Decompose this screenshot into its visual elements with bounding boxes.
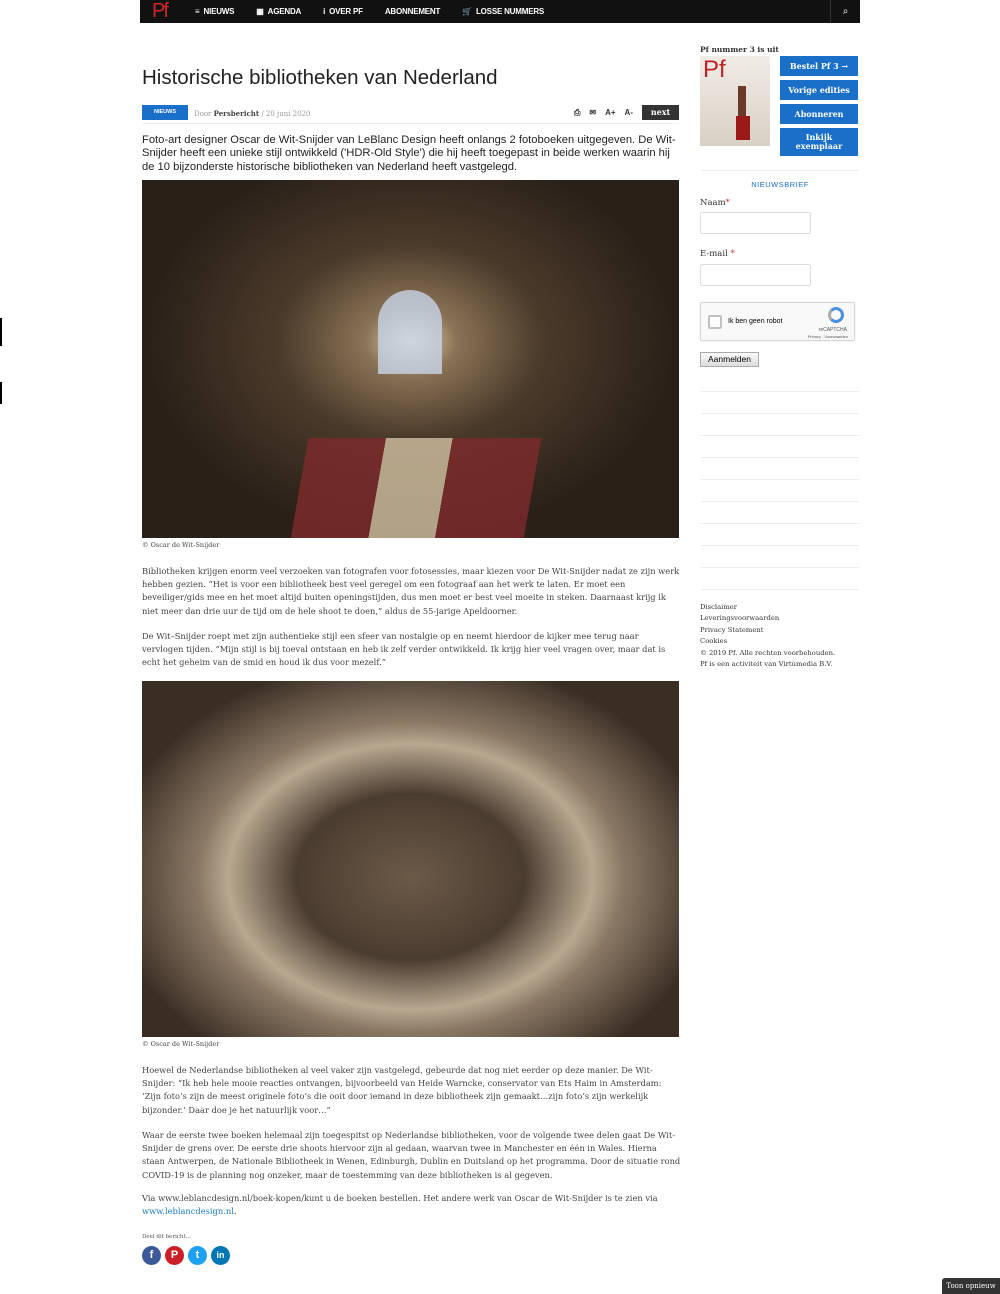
footer-privacy[interactable]: Privacy Statement bbox=[700, 625, 835, 636]
subscribe-button[interactable]: Abonneren bbox=[780, 104, 858, 124]
author[interactable]: Persbericht bbox=[214, 109, 259, 118]
date: / 20 juni 2020 bbox=[261, 110, 311, 118]
nav-over-pf[interactable]: i OVER PF bbox=[312, 0, 374, 23]
paragraph: Bibliotheken krijgen enorm veel verzoeke… bbox=[142, 566, 680, 616]
divider bbox=[700, 391, 860, 392]
divider bbox=[700, 501, 860, 502]
order-button[interactable]: Bestel Pf 3 → bbox=[780, 56, 858, 76]
preview-button[interactable]: Inkijk exemplaar bbox=[780, 128, 858, 156]
newsletter-heading: NIEUWSBRIEF bbox=[751, 180, 809, 189]
twitter-icon[interactable]: t bbox=[188, 1246, 207, 1265]
print-icon[interactable]: ⎙ bbox=[574, 108, 580, 118]
nav-label: LOSSE NUMMERS bbox=[475, 7, 545, 16]
footer-disclaimer[interactable]: Disclaimer bbox=[700, 602, 835, 613]
recaptcha-label: Ik ben geen robot bbox=[728, 318, 783, 325]
linkedin-icon[interactable]: in bbox=[211, 1246, 230, 1265]
divider bbox=[700, 413, 860, 414]
next-button[interactable]: next bbox=[642, 105, 679, 120]
divider bbox=[700, 170, 860, 171]
text: . bbox=[233, 1206, 237, 1217]
byline: Door Persbericht / 20 juni 2020 bbox=[194, 109, 311, 118]
previous-editions-button[interactable]: Vorige edities bbox=[780, 80, 858, 100]
library-hall-photo bbox=[142, 180, 679, 538]
nav-label: AGENDA bbox=[267, 7, 302, 16]
website-link[interactable]: www.leblancdesign.nl bbox=[142, 1206, 234, 1216]
nav-agenda[interactable]: ▦ AGENDA bbox=[245, 0, 312, 23]
cart-icon: 🛒 bbox=[462, 7, 472, 16]
divider bbox=[700, 545, 860, 546]
mail-icon[interactable]: ✉ bbox=[589, 108, 596, 117]
paragraph: Hoewel de Nederlandse bibliotheken al ve… bbox=[142, 1065, 662, 1115]
footer-cookies[interactable]: Cookies bbox=[700, 636, 835, 647]
divider bbox=[700, 435, 860, 436]
magazine-cover[interactable]: Pf bbox=[700, 56, 770, 146]
copyright: © 2019 Pf. Alle rechten voorbehouden. bbox=[700, 648, 836, 657]
font-decrease-button[interactable]: A- bbox=[625, 108, 633, 117]
search-icon[interactable]: ⌕ bbox=[830, 0, 860, 23]
show-again-button[interactable]: Toon opnieuw bbox=[942, 1278, 1000, 1294]
divider bbox=[700, 589, 860, 590]
name-label: Naam* bbox=[700, 198, 730, 208]
pinterest-icon[interactable]: P bbox=[165, 1246, 184, 1265]
photo-caption: © Oscar de Wit-Snijder bbox=[142, 541, 220, 549]
nav-label: NIEUWS bbox=[203, 7, 235, 16]
by-prefix: Door bbox=[194, 110, 212, 118]
issue-heading: Pf nummer 3 is uit bbox=[700, 45, 779, 54]
recaptcha-checkbox[interactable] bbox=[708, 315, 722, 329]
company-note: Pf is een activiteit van Virtùmedia B.V. bbox=[700, 660, 833, 669]
staircase-photo bbox=[142, 681, 679, 1037]
nav-nieuws[interactable]: ≡ NIEUWS bbox=[184, 0, 245, 23]
nav-abonnement[interactable]: ABONNEMENT bbox=[374, 0, 451, 23]
cover-dress bbox=[736, 116, 750, 140]
required-mark: * bbox=[725, 198, 730, 208]
submit-button[interactable]: Aanmelden bbox=[700, 352, 759, 367]
required-mark: * bbox=[730, 249, 735, 259]
calendar-icon: ▦ bbox=[256, 7, 264, 16]
article-meta: NIEUWS Door Persbericht / 20 juni 2020 ⎙… bbox=[142, 104, 679, 124]
cover-logo: Pf bbox=[703, 56, 726, 83]
email-input[interactable] bbox=[700, 264, 811, 286]
divider bbox=[700, 479, 860, 480]
footer-links: Disclaimer Leveringsvoorwaarden Privacy … bbox=[700, 602, 835, 670]
info-icon: i bbox=[323, 7, 326, 16]
nav-label: OVER PF bbox=[329, 7, 363, 16]
lead-paragraph: Foto-art designer Oscar de Wit-Snijder v… bbox=[142, 134, 676, 173]
nav-losse-nummers[interactable]: 🛒 LOSSE NUMMERS bbox=[451, 0, 555, 23]
font-increase-button[interactable]: A+ bbox=[605, 108, 615, 117]
carpet bbox=[142, 438, 679, 538]
share-label: Deel dit bericht... bbox=[142, 1234, 191, 1240]
recaptcha-icon bbox=[828, 307, 844, 323]
facebook-icon[interactable]: f bbox=[142, 1246, 161, 1265]
recaptcha-links[interactable]: Privacy - Voorwaarden bbox=[808, 334, 848, 339]
stained-window bbox=[378, 290, 442, 374]
edge-mark bbox=[0, 318, 2, 346]
divider bbox=[700, 523, 860, 524]
recaptcha-brand: reCAPTCHA bbox=[818, 327, 847, 333]
paragraph: Waar de eerste twee boeken helemaal zijn… bbox=[142, 1130, 681, 1180]
label-text: Naam bbox=[700, 198, 726, 208]
menu-icon: ≡ bbox=[195, 7, 200, 16]
text: Via www.leblancdesign.nl/boek-kopen/kunt… bbox=[142, 1193, 658, 1203]
divider bbox=[700, 567, 860, 568]
category-badge[interactable]: NIEUWS bbox=[142, 105, 188, 120]
top-nav: Pf ≡ NIEUWS ▦ AGENDA i OVER PF ABONNEMENT 🛒… bbox=[140, 0, 860, 23]
edge-mark bbox=[0, 382, 2, 404]
name-input[interactable] bbox=[700, 212, 811, 234]
divider bbox=[700, 457, 860, 458]
photo-caption: © Oscar de Wit-Snijder bbox=[142, 1040, 220, 1048]
article-tools: ⎙ ✉ A+ A- next bbox=[574, 105, 679, 120]
paragraph: De Wit–Snijder roept met zijn authentiek… bbox=[142, 631, 666, 668]
footer-terms[interactable]: Leveringsvoorwaarden bbox=[700, 613, 835, 624]
recaptcha: Ik ben geen robot reCAPTCHA Privacy - Vo… bbox=[700, 302, 855, 341]
label-text: E-mail bbox=[700, 249, 728, 259]
logo[interactable]: Pf bbox=[140, 0, 174, 23]
share-buttons: f P t in bbox=[142, 1246, 230, 1265]
paragraph: Via www.leblancdesign.nl/boek-kopen/kunt… bbox=[142, 1192, 682, 1218]
email-label: E-mail * bbox=[700, 249, 735, 259]
nav-label: ABONNEMENT bbox=[384, 7, 441, 16]
page-title: Historische bibliotheken van Nederland bbox=[142, 66, 498, 89]
